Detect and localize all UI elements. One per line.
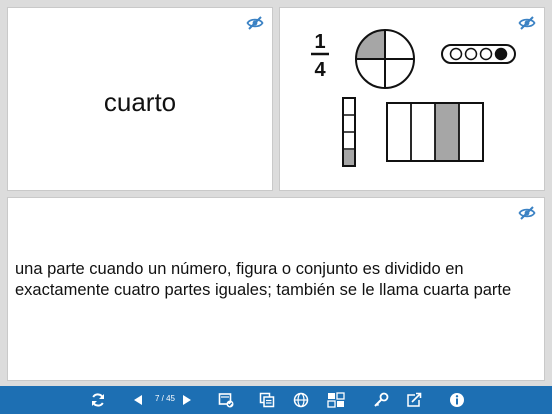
next-icon (183, 395, 191, 405)
quarter-rectangle (386, 102, 484, 162)
fraction-denominator: 4 (314, 59, 326, 81)
globe-icon (293, 392, 309, 408)
refresh-button[interactable] (88, 390, 108, 410)
definition-card[interactable]: una parte cuando un número, figura o con… (7, 197, 545, 381)
definition-text: una parte cuando un número, figura o con… (15, 260, 512, 299)
language-button[interactable] (291, 390, 311, 410)
key-icon (374, 392, 389, 407)
share-icon (407, 392, 422, 407)
vertical-quarter-bar (342, 97, 356, 167)
info-icon (450, 393, 464, 407)
cards-check-icon (218, 393, 234, 408)
hide-definition-button[interactable] (518, 206, 536, 220)
settings-button[interactable] (371, 390, 391, 410)
share-button[interactable] (404, 390, 424, 410)
grid-icon (327, 392, 345, 408)
prev-icon (134, 395, 142, 405)
bead-counter (441, 44, 516, 64)
page-counter: 7 / 45 (154, 394, 175, 403)
info-button[interactable] (447, 390, 467, 410)
copy-icon (259, 392, 275, 408)
quarter-illustration: 1 4 (311, 29, 516, 167)
quarter-pie (355, 29, 415, 89)
fraction-numerator: 1 (314, 31, 325, 53)
previous-card-button[interactable] (131, 390, 145, 410)
eye-slash-icon (246, 16, 264, 30)
copy-button[interactable] (257, 390, 277, 410)
layout-button[interactable] (326, 390, 346, 410)
card-review-button[interactable] (216, 390, 236, 410)
refresh-icon (92, 393, 104, 407)
term-card[interactable]: cuarto (7, 7, 273, 191)
next-card-button[interactable] (180, 390, 194, 410)
eye-slash-icon (518, 206, 536, 220)
bottom-toolbar: 7 / 45 (0, 386, 552, 414)
term-text: cuarto (103, 87, 177, 117)
visual-card[interactable]: 1 4 (279, 7, 545, 191)
hide-term-button[interactable] (246, 16, 264, 30)
